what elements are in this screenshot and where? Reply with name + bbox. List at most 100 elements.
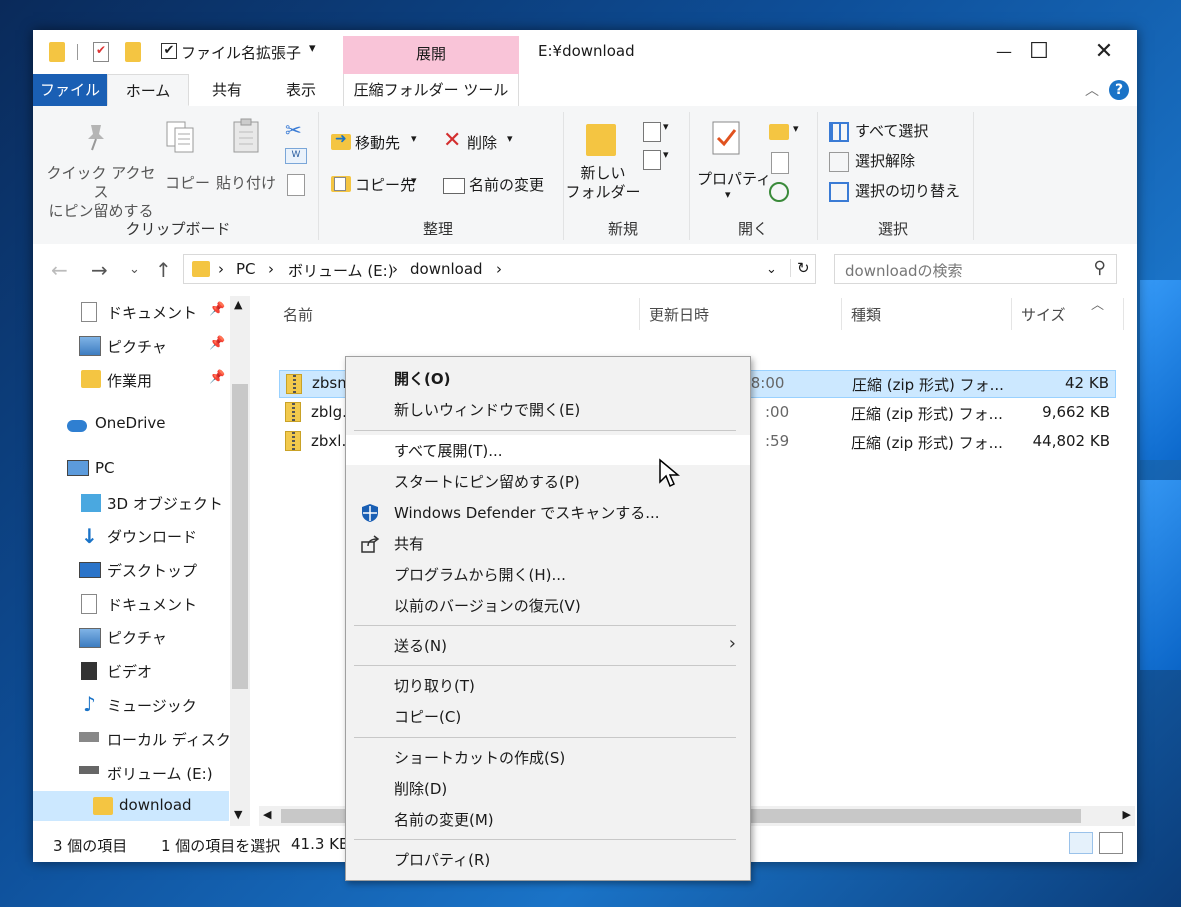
breadcrumb-volume-e[interactable]: ボリューム (E:) bbox=[288, 260, 394, 281]
column-header-date[interactable]: 更新日時 bbox=[649, 304, 709, 325]
breadcrumb-pc[interactable]: PC bbox=[236, 260, 256, 278]
delete-dropdown-icon[interactable]: ▾ bbox=[507, 132, 513, 145]
recent-locations-chevron-icon[interactable]: ⌄ bbox=[129, 262, 140, 277]
properties-dropdown-icon[interactable]: ▾ bbox=[725, 188, 731, 201]
nav-item-music[interactable]: ミュージック bbox=[107, 695, 197, 716]
paste-shortcut-icon[interactable] bbox=[287, 174, 305, 196]
edit-icon[interactable] bbox=[771, 152, 789, 174]
nav-item-pictures-quick[interactable]: ピクチャ bbox=[107, 336, 167, 357]
tab-share[interactable]: 共有 bbox=[199, 74, 255, 106]
breadcrumb-download[interactable]: download bbox=[410, 260, 483, 278]
menu-item-restore-versions[interactable]: 以前のバージョンの復元(V) bbox=[346, 590, 750, 620]
column-header-size[interactable]: サイズ bbox=[1021, 304, 1066, 325]
copy-path-icon[interactable]: W bbox=[285, 148, 307, 164]
tab-file[interactable]: ファイル bbox=[33, 74, 107, 106]
new-item-dropdown-icon[interactable]: ▾ bbox=[663, 120, 669, 133]
copy-to-dropdown-icon[interactable]: ▾ bbox=[411, 174, 417, 187]
scroll-right-arrow-icon[interactable]: ▶ bbox=[1123, 808, 1131, 821]
scroll-left-arrow-icon[interactable]: ◀ bbox=[263, 808, 271, 821]
menu-item-share[interactable]: 共有 bbox=[346, 528, 750, 558]
up-arrow-icon[interactable]: ↑ bbox=[155, 258, 172, 282]
properties-qa-icon[interactable]: ✔ bbox=[93, 42, 109, 62]
history-icon[interactable] bbox=[769, 182, 789, 202]
nav-item-documents[interactable]: ドキュメント bbox=[107, 594, 197, 615]
nav-item-volume-e[interactable]: ボリューム (E:) bbox=[107, 763, 213, 784]
large-icons-view-icon[interactable] bbox=[1099, 832, 1123, 854]
tab-view[interactable]: 表示 bbox=[273, 74, 329, 106]
pin-icon: 📌 bbox=[209, 302, 226, 317]
nav-item-work-folder[interactable]: 作業用 bbox=[107, 370, 152, 391]
search-input[interactable]: downloadの検索 bbox=[845, 260, 963, 281]
move-to-dropdown-icon[interactable]: ▾ bbox=[411, 132, 417, 145]
nav-item-videos[interactable]: ビデオ bbox=[107, 661, 152, 682]
menu-item-copy[interactable]: コピー(C) bbox=[346, 701, 750, 731]
delete-button[interactable]: 削除 bbox=[467, 132, 497, 153]
extension-checkbox[interactable]: ✔ bbox=[161, 43, 177, 59]
close-button[interactable]: ✕ bbox=[1073, 30, 1135, 74]
status-selection-size: 41.3 KB bbox=[291, 835, 350, 853]
qa-customize-dropdown-icon[interactable]: ▾ bbox=[309, 41, 316, 56]
maximize-button[interactable]: ☐ bbox=[1008, 30, 1070, 74]
nav-item-desktop[interactable]: デスクトップ bbox=[107, 560, 197, 581]
open-dropdown-icon[interactable]: ▾ bbox=[793, 122, 799, 135]
paste-button[interactable]: 貼り付け bbox=[216, 172, 276, 193]
details-view-icon[interactable] bbox=[1069, 832, 1093, 854]
menu-item-open-new-window[interactable]: 新しいウィンドウで開く(E) bbox=[346, 394, 750, 424]
cut-icon[interactable]: ✂ bbox=[285, 118, 302, 142]
properties-button[interactable]: プロパティ bbox=[697, 168, 771, 189]
address-bar[interactable]: › PC › ボリューム (E:) › download › ⌄ ↻ bbox=[183, 254, 816, 284]
select-none-button[interactable]: 選択解除 bbox=[855, 150, 915, 171]
easy-access-dropdown-icon[interactable]: ▾ bbox=[663, 148, 669, 161]
nav-item-pc[interactable]: PC bbox=[95, 459, 115, 477]
menu-item-cut[interactable]: 切り取り(T) bbox=[346, 670, 750, 700]
column-header-name[interactable]: 名前 bbox=[283, 304, 313, 325]
menu-item-properties[interactable]: プロパティ(R) bbox=[346, 844, 750, 874]
nav-item-documents-quick[interactable]: ドキュメント bbox=[107, 302, 197, 323]
menu-item-pin-to-start[interactable]: スタートにピン留めする(P) bbox=[346, 466, 750, 496]
menu-item-send-to[interactable]: 送る(N) › bbox=[346, 630, 750, 660]
chevron-up-icon[interactable]: ︿ bbox=[1085, 80, 1099, 100]
menu-item-open[interactable]: 開く(O) bbox=[346, 363, 750, 393]
menu-item-open-with[interactable]: プログラムから開く(H)... bbox=[346, 559, 750, 589]
menu-item-rename[interactable]: 名前の変更(M) bbox=[346, 804, 750, 834]
move-to-button[interactable]: 移動先 bbox=[355, 132, 400, 153]
rename-button[interactable]: 名前の変更 bbox=[469, 174, 544, 195]
new-folder-button[interactable]: 新しい フォルダー bbox=[563, 164, 643, 202]
nav-item-3d-objects[interactable]: 3D オブジェクト bbox=[107, 493, 223, 514]
column-header-type[interactable]: 種類 bbox=[851, 304, 881, 325]
nav-scroll-thumb[interactable] bbox=[232, 384, 248, 689]
refresh-icon[interactable]: ↻ bbox=[790, 259, 810, 277]
invert-selection-button[interactable]: 選択の切り替え bbox=[855, 180, 960, 201]
menu-item-create-shortcut[interactable]: ショートカットの作成(S) bbox=[346, 742, 750, 772]
pin-quick-access-button[interactable]: クイック アクセス にピン留めする bbox=[41, 164, 161, 221]
menu-item-extract-all[interactable]: すべて展開(T)... bbox=[346, 435, 750, 465]
easy-access-icon[interactable] bbox=[643, 150, 661, 170]
copy-button[interactable]: コピー bbox=[165, 172, 210, 193]
nav-item-downloads[interactable]: ダウンロード bbox=[107, 526, 197, 547]
menu-item-delete[interactable]: 削除(D) bbox=[346, 773, 750, 803]
nav-item-local-disk-c[interactable]: ローカル ディスク (C bbox=[107, 729, 231, 750]
tab-compressed-folder-tools[interactable]: 圧縮フォルダー ツール bbox=[343, 74, 519, 106]
zip-folder-icon bbox=[285, 431, 301, 451]
nav-item-download[interactable]: download bbox=[119, 796, 192, 814]
menu-item-label: プロパティ(R) bbox=[394, 851, 491, 869]
new-item-icon[interactable] bbox=[643, 122, 661, 142]
nav-scrollbar[interactable]: ▲ ▼ bbox=[230, 296, 250, 826]
tab-home[interactable]: ホーム bbox=[107, 74, 189, 106]
file-type: 圧縮 (zip 形式) フォ... bbox=[852, 376, 1004, 394]
open-icon[interactable] bbox=[769, 124, 789, 140]
title-bar: ✔ ✔ ファイル名拡張子 ▾ 展開 E:¥download — ☐ ✕ bbox=[33, 30, 1137, 74]
select-all-button[interactable]: すべて選択 bbox=[855, 120, 928, 141]
forward-arrow-icon[interactable]: → bbox=[91, 258, 108, 282]
menu-item-defender-scan[interactable]: Windows Defender でスキャンする... bbox=[346, 497, 750, 527]
scroll-up-arrow-icon[interactable]: ▲ bbox=[234, 298, 242, 311]
nav-item-pictures[interactable]: ピクチャ bbox=[107, 627, 167, 648]
search-box[interactable]: downloadの検索 ⚲ bbox=[834, 254, 1117, 284]
copy-to-button[interactable]: コピー先 bbox=[355, 174, 415, 195]
new-folder-qa-icon[interactable] bbox=[125, 42, 141, 62]
address-dropdown-icon[interactable]: ⌄ bbox=[766, 262, 777, 277]
scroll-down-arrow-icon[interactable]: ▼ bbox=[234, 808, 242, 821]
help-icon[interactable]: ? bbox=[1109, 80, 1129, 100]
back-arrow-icon[interactable]: ← bbox=[51, 258, 68, 282]
nav-item-onedrive[interactable]: OneDrive bbox=[95, 414, 166, 432]
